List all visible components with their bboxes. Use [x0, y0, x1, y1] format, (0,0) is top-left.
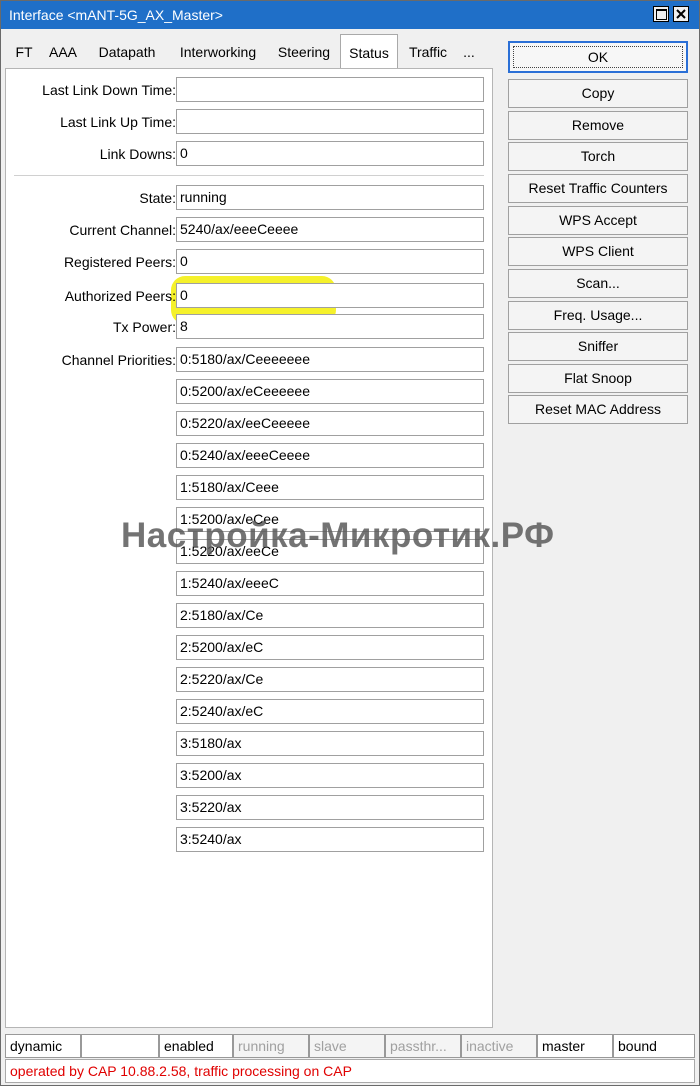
status-inactive: inactive	[461, 1034, 537, 1058]
tab-more[interactable]: ...	[457, 36, 481, 68]
freq-usage-button[interactable]: Freq. Usage...	[508, 301, 688, 330]
authorized-peers-label: Authorized Peers:	[64, 288, 176, 304]
channel-priority-field[interactable]: 3:5240/ax	[176, 827, 484, 852]
link-downs-label: Link Downs:	[99, 146, 176, 162]
status-slave: slave	[309, 1034, 385, 1058]
channel-priority-field[interactable]: 0:5200/ax/eCeeeeee	[176, 379, 484, 404]
link-downs-field[interactable]: 0	[176, 141, 484, 166]
status-master: master	[537, 1034, 613, 1058]
status-running: running	[233, 1034, 309, 1058]
row-last-link-down-time: Last Link Down Time:	[6, 77, 494, 103]
channel-priority-field[interactable]: 0:5180/ax/Ceeeeeee	[176, 347, 484, 372]
status-empty	[81, 1034, 159, 1058]
row-state: State: running	[6, 185, 494, 211]
torch-button[interactable]: Torch	[508, 142, 688, 171]
channel-priority-field[interactable]: 0:5240/ax/eeeCeeee	[176, 443, 484, 468]
tx-power-field[interactable]: 8	[176, 314, 484, 339]
scan-button[interactable]: Scan...	[508, 269, 688, 298]
row-registered-peers: Registered Peers: 0	[6, 249, 494, 275]
status-message: operated by CAP 10.88.2.58, traffic proc…	[5, 1059, 695, 1083]
status-passthrough: passthr...	[385, 1034, 461, 1058]
tab-status[interactable]: Status	[340, 34, 398, 68]
tab-traffic[interactable]: Traffic	[400, 36, 456, 68]
current-channel-field[interactable]: 5240/ax/eeeCeeee	[176, 217, 484, 242]
watermark: Настройка-Микротик.РФ	[121, 516, 555, 555]
registered-peers-label: Registered Peers:	[63, 254, 176, 270]
close-icon[interactable]	[673, 6, 689, 22]
channel-priority-field[interactable]: 0:5220/ax/eeCeeeee	[176, 411, 484, 436]
reset-mac-address-button[interactable]: Reset MAC Address	[508, 395, 688, 424]
current-channel-label: Current Channel:	[69, 222, 176, 238]
channel-priorities-label: Channel Priorities:	[61, 352, 176, 368]
tab-datapath[interactable]: Datapath	[89, 36, 165, 68]
tx-power-label: Tx Power:	[112, 319, 176, 335]
ok-button[interactable]: OK	[508, 41, 688, 73]
tab-aaa[interactable]: AAA	[43, 36, 83, 68]
flat-snoop-button[interactable]: Flat Snoop	[508, 364, 688, 393]
channel-priority-field[interactable]: 2:5200/ax/eC	[176, 635, 484, 660]
row-last-link-up-time: Last Link Up Time:	[6, 109, 494, 135]
status-enabled: enabled	[159, 1034, 233, 1058]
divider	[14, 175, 484, 176]
row-authorized-peers: Authorized Peers: 0	[6, 283, 494, 309]
last-link-up-time-label: Last Link Up Time:	[60, 114, 176, 130]
channel-priority-field[interactable]: 1:5240/ax/eeeC	[176, 571, 484, 596]
tab-steering[interactable]: Steering	[269, 36, 339, 68]
interface-window: Interface <mANT-5G_AX_Master> FT AAA Dat…	[0, 0, 700, 1086]
tab-ft[interactable]: FT	[11, 36, 37, 68]
row-current-channel: Current Channel: 5240/ax/eeeCeeee	[6, 217, 494, 243]
channel-priority-field[interactable]: 2:5220/ax/Ce	[176, 667, 484, 692]
last-link-down-time-field[interactable]	[176, 77, 484, 102]
wps-accept-button[interactable]: WPS Accept	[508, 206, 688, 235]
channel-priority-field[interactable]: 3:5220/ax	[176, 795, 484, 820]
copy-button[interactable]: Copy	[508, 79, 688, 108]
row-link-downs: Link Downs: 0	[6, 141, 494, 167]
status-bound: bound	[613, 1034, 695, 1058]
wps-client-button[interactable]: WPS Client	[508, 237, 688, 266]
state-label: State:	[139, 190, 176, 206]
window-title: Interface <mANT-5G_AX_Master>	[9, 7, 223, 23]
authorized-peers-field[interactable]: 0	[176, 283, 484, 308]
reset-traffic-counters-button[interactable]: Reset Traffic Counters	[508, 174, 688, 203]
tab-interworking[interactable]: Interworking	[169, 36, 267, 68]
maximize-icon[interactable]	[653, 6, 669, 22]
registered-peers-field[interactable]: 0	[176, 249, 484, 274]
status-dynamic: dynamic	[5, 1034, 81, 1058]
last-link-down-time-label: Last Link Down Time:	[42, 82, 176, 98]
row-tx-power: Tx Power: 8	[6, 314, 494, 340]
title-bar[interactable]: Interface <mANT-5G_AX_Master>	[1, 1, 699, 29]
remove-button[interactable]: Remove	[508, 111, 688, 140]
channel-priority-field[interactable]: 3:5180/ax	[176, 731, 484, 756]
last-link-up-time-field[interactable]	[176, 109, 484, 134]
channel-priority-field[interactable]: 2:5180/ax/Ce	[176, 603, 484, 628]
state-field[interactable]: running	[176, 185, 484, 210]
channel-priority-field[interactable]: 1:5180/ax/Ceee	[176, 475, 484, 500]
ok-button-label: OK	[587, 49, 609, 65]
channel-priority-field[interactable]: 3:5200/ax	[176, 763, 484, 788]
channel-priority-field[interactable]: 2:5240/ax/eC	[176, 699, 484, 724]
sniffer-button[interactable]: Sniffer	[508, 332, 688, 361]
